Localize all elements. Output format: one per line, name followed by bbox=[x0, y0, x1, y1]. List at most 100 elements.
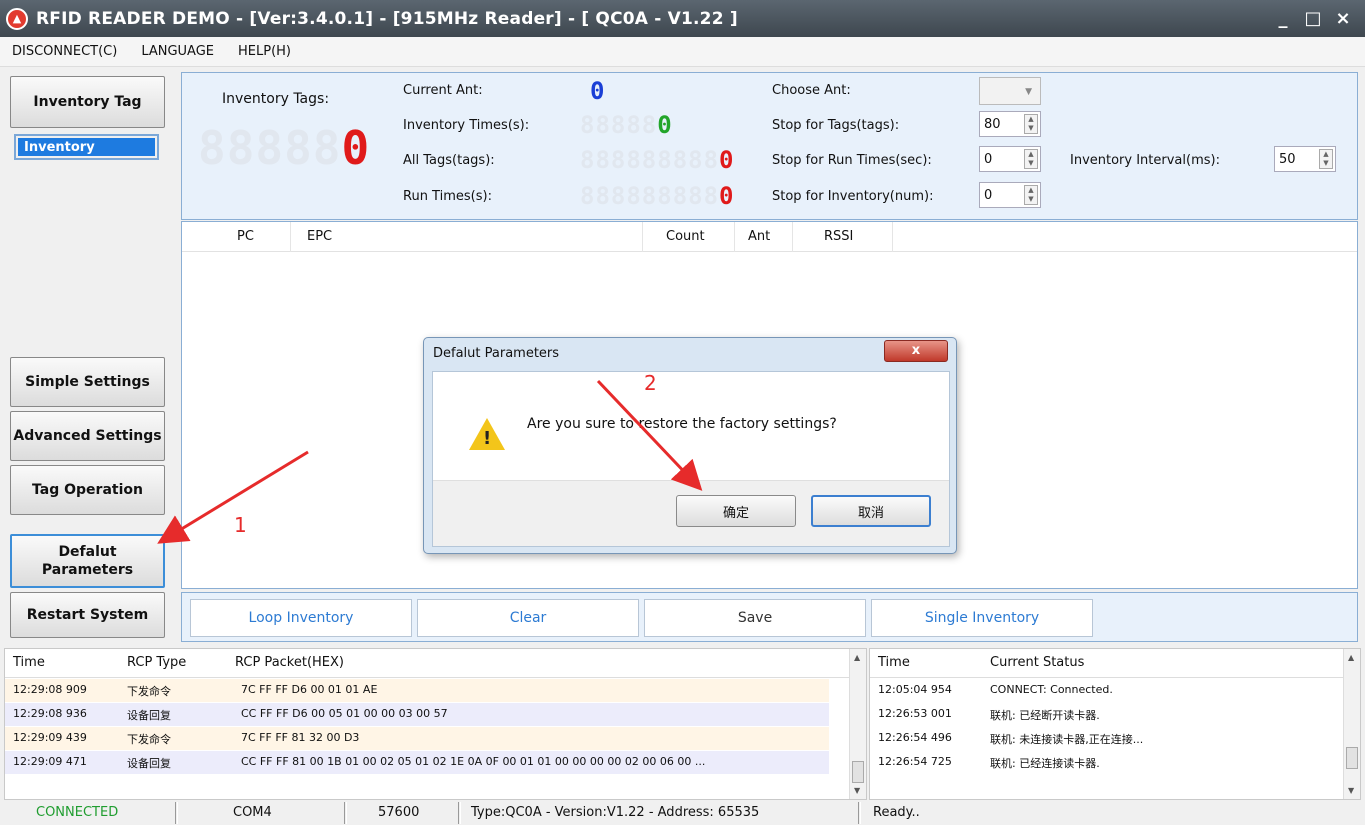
table-row[interactable]: 12:29:08 909 下发命令 7C FF FF D6 00 01 01 A… bbox=[5, 679, 829, 702]
stop-run-stepper[interactable]: 0 ▲ ▼ bbox=[979, 146, 1041, 172]
run-times-display: 8888888880 bbox=[580, 182, 735, 210]
scroll-down-icon[interactable]: ▼ bbox=[854, 786, 860, 795]
menu-disconnect[interactable]: DISCONNECT(C) bbox=[0, 44, 129, 59]
scroll-thumb[interactable] bbox=[1346, 747, 1358, 769]
current-ant-label: Current Ant: bbox=[403, 83, 483, 98]
inventory-times-value: 0 bbox=[657, 111, 673, 139]
inventory-times-label: Inventory Times(s): bbox=[403, 118, 530, 133]
col-count[interactable]: Count bbox=[666, 229, 705, 244]
table-row[interactable]: 12:29:08 936 设备回复 CC FF FF D6 00 05 01 0… bbox=[5, 703, 829, 726]
status-text: 联机: 未连接读卡器,正在连接... bbox=[990, 733, 1144, 746]
table-row[interactable]: 12:29:09 439 下发命令 7C FF FF 81 32 00 D3 bbox=[5, 727, 829, 750]
inventory-tags-value: 0 bbox=[341, 121, 371, 175]
status-log-table: Time Current Status 12:05:04 954 CONNECT… bbox=[869, 648, 1361, 800]
status-time: 12:26:54 725 bbox=[878, 755, 952, 768]
table-row[interactable]: 12:29:09 471 设备回复 CC FF FF 81 00 1B 01 0… bbox=[5, 751, 829, 774]
col-rcp-type[interactable]: RCP Type bbox=[127, 655, 186, 670]
list-item: 12:26:53 001 联机: 已经断开读卡器. bbox=[870, 703, 1360, 726]
col-time[interactable]: Time bbox=[13, 655, 45, 670]
port-status: COM4 bbox=[233, 805, 272, 820]
row-time: 12:29:09 439 bbox=[13, 731, 87, 744]
maximize-button[interactable]: □ bbox=[1301, 8, 1325, 29]
dialog-close-button[interactable]: x bbox=[884, 340, 948, 362]
row-type: 设备回复 bbox=[127, 709, 171, 722]
rcp-log-scrollbar[interactable]: ▲ ▼ bbox=[849, 649, 866, 799]
stop-tags-label: Stop for Tags(tags): bbox=[772, 118, 900, 133]
inventory-subitem-label: Inventory bbox=[18, 138, 155, 156]
save-button[interactable]: Save bbox=[644, 599, 866, 637]
clear-button[interactable]: Clear bbox=[417, 599, 639, 637]
restart-system-button[interactable]: Restart System bbox=[10, 592, 165, 638]
col-current-status[interactable]: Current Status bbox=[990, 655, 1084, 670]
default-parameters-button[interactable]: Defalut Parameters bbox=[10, 534, 165, 588]
list-item: 12:26:54 725 联机: 已经连接读卡器. bbox=[870, 751, 1360, 774]
spinner-icon[interactable]: ▲ ▼ bbox=[1024, 149, 1038, 169]
inventory-interval-label: Inventory Interval(ms): bbox=[1070, 153, 1220, 168]
col-status-time[interactable]: Time bbox=[878, 655, 910, 670]
dialog-message: Are you sure to restore the factory sett… bbox=[527, 416, 837, 432]
status-log-header: Time Current Status bbox=[870, 649, 1360, 678]
spinner-icon[interactable]: ▲ ▼ bbox=[1319, 149, 1333, 169]
annotation-number-1: 1 bbox=[234, 513, 247, 537]
run-times-value: 0 bbox=[719, 182, 735, 210]
status-text: CONNECT: Connected. bbox=[990, 683, 1113, 696]
row-type: 设备回复 bbox=[127, 757, 171, 770]
stop-inventory-stepper[interactable]: 0 ▲ ▼ bbox=[979, 182, 1041, 208]
rcp-log-table: Time RCP Type RCP Packet(HEX) 12:29:08 9… bbox=[4, 648, 867, 800]
action-bar: Loop Inventory Clear Save Single Invento… bbox=[181, 592, 1358, 642]
col-rcp-packet[interactable]: RCP Packet(HEX) bbox=[235, 655, 344, 670]
inventory-subitem[interactable]: Inventory bbox=[14, 134, 159, 160]
cancel-button[interactable]: 取消 bbox=[811, 495, 931, 527]
all-tags-label: All Tags(tags): bbox=[403, 153, 495, 168]
inventory-interval-stepper[interactable]: 50 ▲ ▼ bbox=[1274, 146, 1336, 172]
menu-help[interactable]: HELP(H) bbox=[226, 44, 303, 59]
scroll-down-icon[interactable]: ▼ bbox=[1348, 786, 1354, 795]
inventory-tags-label: Inventory Tags: bbox=[222, 91, 330, 107]
inventory-panel: Inventory Tags: 888880 Current Ant: 0 In… bbox=[181, 72, 1358, 220]
stop-run-value: 0 bbox=[984, 151, 993, 167]
stop-run-label: Stop for Run Times(sec): bbox=[772, 153, 932, 168]
inventory-times-display: 888880 bbox=[580, 111, 673, 139]
spinner-icon[interactable]: ▲ ▼ bbox=[1024, 185, 1038, 205]
list-item: 12:05:04 954 CONNECT: Connected. bbox=[870, 679, 1360, 702]
choose-ant-label: Choose Ant: bbox=[772, 83, 851, 98]
all-tags-value: 0 bbox=[719, 146, 735, 174]
status-time: 12:26:53 001 bbox=[878, 707, 952, 720]
stop-tags-stepper[interactable]: 80 ▲ ▼ bbox=[979, 111, 1041, 137]
row-packet: 7C FF FF 81 32 00 D3 bbox=[241, 731, 360, 744]
choose-ant-select[interactable]: ▼ bbox=[979, 77, 1041, 105]
inventory-interval-value: 50 bbox=[1279, 151, 1296, 167]
close-window-button[interactable]: × bbox=[1331, 8, 1355, 29]
inventory-tag-button[interactable]: Inventory Tag bbox=[10, 76, 165, 128]
status-log-scrollbar[interactable]: ▲ ▼ bbox=[1343, 649, 1360, 799]
warning-mark: ! bbox=[483, 428, 492, 449]
row-type: 下发命令 bbox=[127, 685, 171, 698]
loop-inventory-button[interactable]: Loop Inventory bbox=[190, 599, 412, 637]
menu-language[interactable]: LANGUAGE bbox=[129, 44, 226, 59]
single-inventory-button[interactable]: Single Inventory bbox=[871, 599, 1093, 637]
scroll-up-icon[interactable]: ▲ bbox=[1348, 653, 1354, 662]
inventory-tags-display: 888880 bbox=[198, 121, 371, 175]
col-rssi[interactable]: RSSI bbox=[824, 229, 853, 244]
row-time: 12:29:08 909 bbox=[13, 683, 87, 696]
minimize-button[interactable]: _ bbox=[1271, 8, 1295, 29]
stop-tags-value: 80 bbox=[984, 116, 1001, 132]
col-epc[interactable]: EPC bbox=[307, 229, 332, 244]
ok-button[interactable]: 确定 bbox=[676, 495, 796, 527]
rcp-log-header: Time RCP Type RCP Packet(HEX) bbox=[5, 649, 866, 678]
spinner-icon[interactable]: ▲ ▼ bbox=[1024, 114, 1038, 134]
scroll-thumb[interactable] bbox=[852, 761, 864, 783]
row-type: 下发命令 bbox=[127, 733, 171, 746]
status-text: 联机: 已经连接读卡器. bbox=[990, 757, 1100, 770]
confirm-dialog: Defalut Parameters x ! Are you sure to r… bbox=[423, 337, 957, 554]
sidebar: Inventory Tag Inventory Simple Settings … bbox=[4, 72, 174, 642]
row-time: 12:29:09 471 bbox=[13, 755, 87, 768]
col-ant[interactable]: Ant bbox=[748, 229, 770, 244]
col-pc[interactable]: PC bbox=[237, 229, 254, 244]
stop-inventory-value: 0 bbox=[984, 187, 993, 203]
scroll-up-icon[interactable]: ▲ bbox=[854, 653, 860, 662]
advanced-settings-button[interactable]: Advanced Settings bbox=[10, 411, 165, 461]
app-logo-icon: ▲ bbox=[6, 7, 28, 30]
tag-operation-button[interactable]: Tag Operation bbox=[10, 465, 165, 515]
simple-settings-button[interactable]: Simple Settings bbox=[10, 357, 165, 407]
